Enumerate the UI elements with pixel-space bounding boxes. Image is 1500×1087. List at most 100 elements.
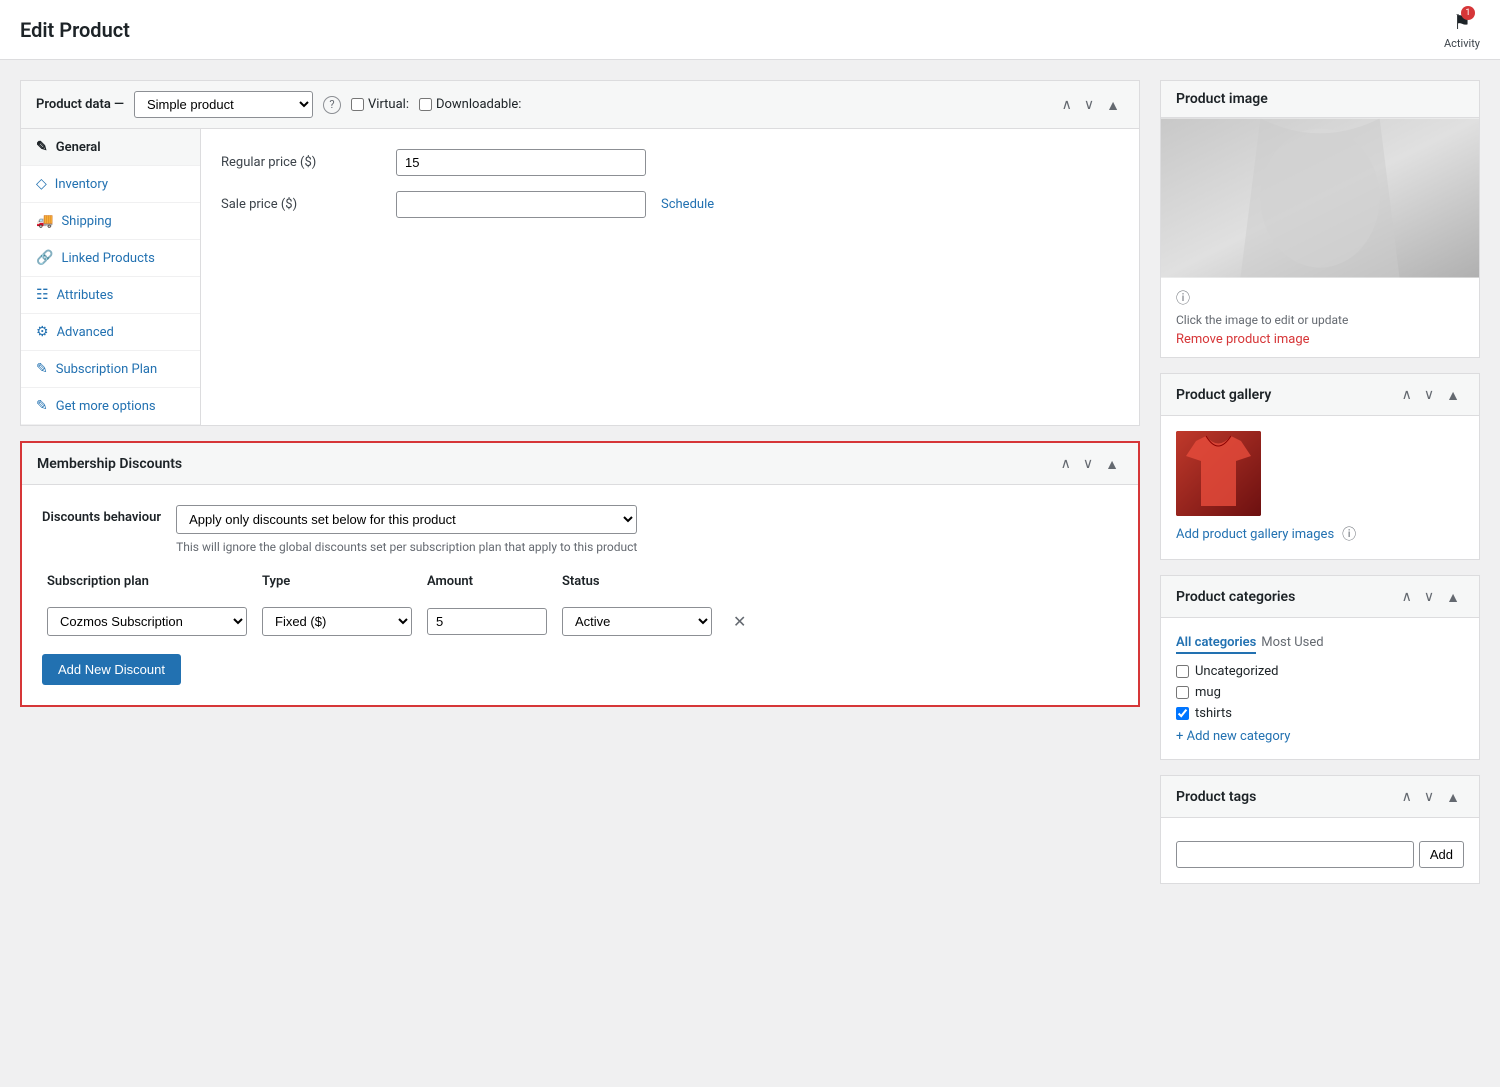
add-gallery-link[interactable]: Add product gallery images [1176,527,1334,542]
product-image-title: Product image [1176,91,1268,107]
sidebar-label-linked-products: Linked Products [61,251,154,266]
categories-collapse-up[interactable]: ∧ [1398,586,1416,607]
subscription-icon: ✎ [36,361,48,377]
tab-all-categories[interactable]: All categories [1176,633,1256,654]
virtual-checkbox-wrapper: Virtual: [351,97,409,112]
category-item-uncategorized: Uncategorized [1176,664,1464,679]
image-help-icon: ⓘ [1176,291,1190,307]
discount-plan-select[interactable]: Cozmos Subscription Basic Plan Premium P… [47,607,247,636]
discount-behaviour-row: Discounts behaviour Apply only discounts… [42,505,1118,554]
membership-header-arrows: ∧ ∨ ▲ [1057,453,1123,474]
product-tags-header: Product tags ∧ ∨ ▲ [1161,776,1479,818]
remove-discount-button[interactable]: ✕ [727,610,752,634]
product-image-box: Product image [1160,80,1480,358]
regular-price-label: Regular price ($) [221,155,381,170]
tab-most-used[interactable]: Most Used [1261,633,1323,654]
membership-collapse-up[interactable]: ∧ [1057,453,1075,474]
sidebar-label-shipping: Shipping [61,214,111,229]
gallery-collapse-up[interactable]: ∧ [1398,384,1416,405]
product-gallery-box: Product gallery ∧ ∨ ▲ [1160,373,1480,560]
left-column: Product data — Simple product Variable p… [20,80,1140,1067]
tags-collapse-up[interactable]: ∧ [1398,786,1416,807]
downloadable-checkbox[interactable] [419,98,432,111]
discount-table-header: Subscription plan Type Amount Status [42,574,1118,589]
product-tags-box: Product tags ∧ ∨ ▲ Add [1160,775,1480,884]
product-image-header: Product image [1161,81,1479,118]
collapse-button[interactable]: ▲ [1102,94,1124,115]
collapse-up-button[interactable]: ∧ [1058,94,1076,115]
behaviour-select[interactable]: Apply only discounts set below for this … [176,505,637,534]
sidebar-item-get-more-options[interactable]: ✎ Get more options [21,388,200,425]
virtual-label: Virtual: [368,97,409,112]
col-header-plan: Subscription plan [47,574,247,589]
header-arrows: ∧ ∨ ▲ [1058,94,1124,115]
sidebar-label-advanced: Advanced [57,325,114,340]
col-header-amount: Amount [427,574,547,589]
sidebar-item-attributes[interactable]: ☷ Attributes [21,277,200,314]
add-tag-button[interactable]: Add [1419,841,1464,868]
product-image-area[interactable] [1161,118,1479,278]
sidebar-item-shipping[interactable]: 🚚 Shipping [21,203,200,240]
inventory-icon: ◇ [36,176,47,192]
membership-header: Membership Discounts ∧ ∨ ▲ [22,443,1138,485]
sidebar-item-general[interactable]: ✎ General [21,129,200,166]
gallery-thumbnail[interactable] [1176,431,1261,516]
membership-collapse-down[interactable]: ∨ [1079,453,1097,474]
more-options-icon: ✎ [36,398,48,414]
category-item-tshirts: tshirts [1176,706,1464,721]
product-image-svg [1161,118,1479,278]
sidebar-label-attributes: Attributes [57,288,114,303]
page-header: Edit Product ⚑ 1 Activity [0,0,1500,60]
product-sidebar: ✎ General ◇ Inventory 🚚 Shipping 🔗 [21,129,201,425]
gallery-collapse[interactable]: ▲ [1442,384,1464,405]
sidebar-label-get-more-options: Get more options [56,399,156,414]
right-column: Product image [1160,80,1480,1067]
category-checkbox-uncategorized[interactable] [1176,665,1189,678]
general-icon: ✎ [36,139,48,155]
discount-status-select[interactable]: Active Inactive [562,607,712,636]
behaviour-right: Apply only discounts set below for this … [176,505,637,554]
categories-collapse[interactable]: ▲ [1442,586,1464,607]
categories-tabs: All categories Most Used [1176,633,1464,654]
sidebar-label-subscription-plan: Subscription Plan [56,362,157,377]
category-list: Uncategorized mug tshirts [1176,664,1464,721]
attributes-icon: ☷ [36,287,49,303]
tags-collapse-down[interactable]: ∨ [1420,786,1438,807]
add-category-link[interactable]: + Add new category [1176,729,1290,744]
schedule-link[interactable]: Schedule [661,197,714,212]
product-categories-title: Product categories [1176,589,1295,605]
linked-icon: 🔗 [36,250,53,266]
collapse-down-button[interactable]: ∨ [1080,94,1098,115]
sale-price-input[interactable] [396,191,646,218]
gallery-collapse-down[interactable]: ∨ [1420,384,1438,405]
sidebar-item-inventory[interactable]: ◇ Inventory [21,166,200,203]
categories-collapse-down[interactable]: ∨ [1420,586,1438,607]
category-label-mug: mug [1195,685,1221,700]
behaviour-label: Discounts behaviour [42,505,161,525]
category-checkbox-mug[interactable] [1176,686,1189,699]
product-gallery-body: Add product gallery images ⓘ [1161,416,1479,559]
remove-image-link[interactable]: Remove product image [1176,332,1310,347]
add-new-discount-button[interactable]: Add New Discount [42,654,181,685]
virtual-checkbox[interactable] [351,98,364,111]
product-type-select[interactable]: Simple product Variable product Grouped … [134,91,313,118]
shipping-icon: 🚚 [36,213,53,229]
membership-title: Membership Discounts [37,456,182,472]
sidebar-item-subscription-plan[interactable]: ✎ Subscription Plan [21,351,200,388]
discount-amount-input[interactable] [427,608,547,635]
activity-button[interactable]: ⚑ 1 Activity [1444,10,1480,50]
tags-collapse[interactable]: ▲ [1442,786,1464,807]
membership-collapse[interactable]: ▲ [1101,453,1123,474]
tags-input-area: Add [1176,841,1464,868]
activity-badge: 1 [1461,6,1475,20]
category-checkbox-tshirts[interactable] [1176,707,1189,720]
tags-input[interactable] [1176,841,1414,868]
discount-type-select[interactable]: Fixed ($) Percentage (%) [262,607,412,636]
sidebar-item-linked-products[interactable]: 🔗 Linked Products [21,240,200,277]
sidebar-item-advanced[interactable]: ⚙ Advanced [21,314,200,351]
gallery-actions-row: Add product gallery images ⓘ [1176,524,1464,544]
help-icon[interactable]: ? [323,96,341,114]
category-label-uncategorized: Uncategorized [1195,664,1278,679]
product-categories-body: All categories Most Used Uncategorized m… [1161,618,1479,759]
regular-price-input[interactable] [396,149,646,176]
